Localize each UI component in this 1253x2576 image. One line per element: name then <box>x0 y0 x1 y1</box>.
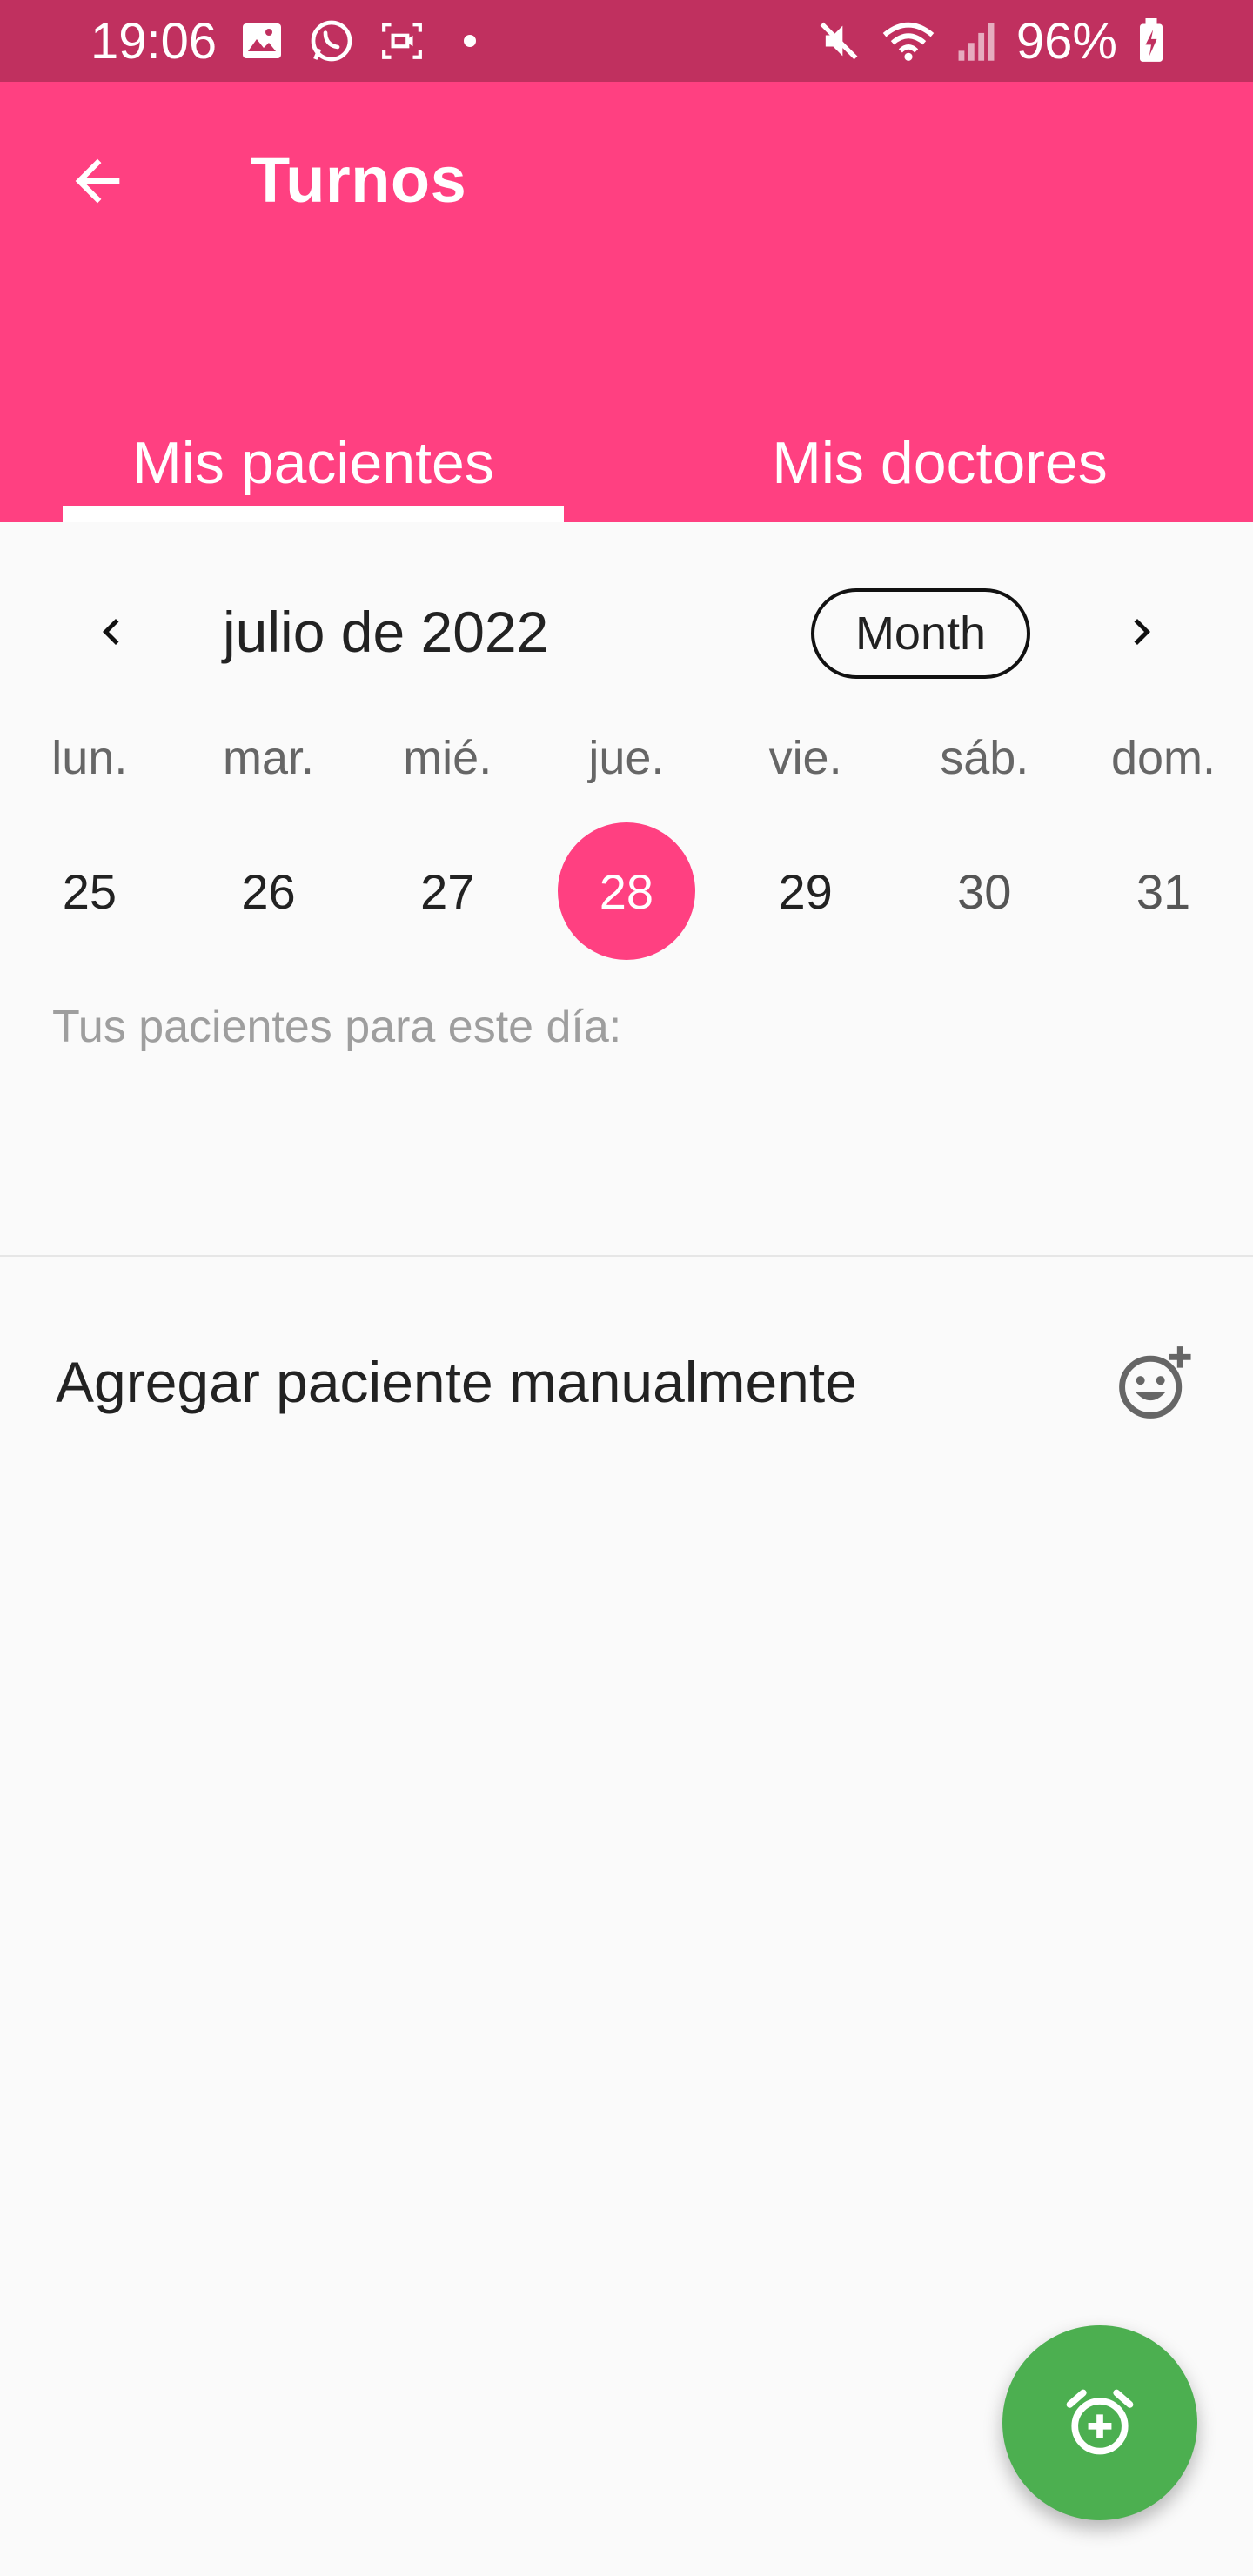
day-number: 28 <box>557 822 695 960</box>
calendar-day[interactable]: 31 <box>1074 822 1253 961</box>
weekday-label: jue. <box>588 732 665 784</box>
calendar-day[interactable]: 29 <box>716 822 895 961</box>
status-time: 19:06 <box>90 12 218 70</box>
month-label: julio de 2022 <box>223 600 549 664</box>
calendar-format-button[interactable]: Month <box>811 588 1030 679</box>
day-number: 26 <box>241 863 296 919</box>
weekday-row: lun. mar. mié. jue. vie. sáb. dom. <box>0 731 1253 818</box>
patients-for-day-label: Tus pacientes para este día: <box>52 1002 622 1052</box>
add-patient-label: Agregar paciente manualmente <box>56 1350 857 1414</box>
weekday-label: lun. <box>51 732 128 784</box>
status-left: 19:06 <box>90 12 477 70</box>
calendar-day-selected[interactable]: 28 <box>537 822 716 961</box>
day-number: 27 <box>420 863 475 919</box>
add-appointment-fab[interactable] <box>1002 2325 1197 2520</box>
day-number: 25 <box>62 863 117 919</box>
status-bar: 19:06 96% <box>0 0 1253 82</box>
wifi-icon <box>881 18 936 64</box>
weekday-label: mar. <box>223 732 315 784</box>
add-alarm-icon <box>1066 2389 1134 2455</box>
back-button[interactable] <box>54 138 141 225</box>
day-number: 30 <box>957 863 1012 919</box>
add-patient-manually-row[interactable]: Agregar paciente manualmente <box>0 1305 1253 1453</box>
day-row: 25 26 27 28 29 30 31 <box>0 822 1253 961</box>
tab-indicator <box>63 506 564 522</box>
previous-week-button[interactable] <box>68 588 155 675</box>
add-patient-button[interactable] <box>1110 1340 1197 1427</box>
calendar-day[interactable]: 27 <box>358 822 537 961</box>
next-week-button[interactable] <box>1098 588 1185 675</box>
chevron-left-icon <box>103 619 119 645</box>
weekday-label: sáb. <box>940 732 1029 784</box>
day-number: 31 <box>1136 863 1191 919</box>
screen-record-icon <box>380 21 424 61</box>
calendar-day[interactable]: 26 <box>179 822 358 961</box>
notification-dot-icon <box>464 35 477 47</box>
battery-percent: 96% <box>1015 12 1117 70</box>
tab-mis-doctores[interactable]: Mis doctores <box>626 404 1253 522</box>
image-icon <box>241 22 283 60</box>
app-bar: Turnos Mis pacientes Mis doctores <box>0 82 1253 522</box>
calendar-header: julio de 2022 Month <box>0 522 1253 740</box>
whatsapp-icon <box>307 17 356 65</box>
weekday-label: dom. <box>1110 732 1216 784</box>
divider <box>0 1255 1253 1257</box>
chevron-right-icon <box>1134 619 1150 645</box>
mute-icon <box>816 18 861 64</box>
add-reaction-icon <box>1119 1346 1191 1419</box>
signal-icon <box>955 19 997 63</box>
status-right: 96% <box>816 12 1166 70</box>
weekday-label: vie. <box>768 732 842 784</box>
arrow-back-icon <box>75 158 120 204</box>
page-title: Turnos <box>251 144 467 216</box>
battery-charging-icon <box>1136 18 1166 64</box>
calendar-day[interactable]: 30 <box>895 822 1074 961</box>
tab-bar: Mis pacientes Mis doctores <box>0 404 1253 522</box>
tab-mis-pacientes[interactable]: Mis pacientes <box>0 404 626 522</box>
day-number: 29 <box>778 863 833 919</box>
calendar-day[interactable]: 25 <box>0 822 179 961</box>
weekday-label: mié. <box>403 732 492 784</box>
